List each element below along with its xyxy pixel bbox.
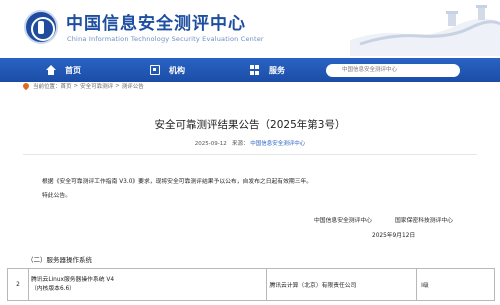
- site-search-input[interactable]: [326, 64, 460, 77]
- table-cell-level: Ⅰ级: [416, 268, 495, 301]
- nav-org-label: 机构: [169, 65, 185, 75]
- breadcrumb-link-evaluation[interactable]: 安全可靠测评: [80, 82, 113, 90]
- services-grid-icon: [250, 65, 260, 75]
- home-icon: [46, 65, 56, 75]
- site-title[interactable]: 中国信息安全测评中心: [66, 9, 246, 34]
- great-wall-banner-image: [350, 0, 500, 56]
- site-subtitle: China Information Technology Security Ev…: [67, 35, 264, 43]
- product-kernel-version: （内核版本6.6）: [30, 285, 75, 292]
- article-title: 安全可靠测评结果公告（2025年第3号）: [154, 119, 346, 131]
- breadcrumb-prefix: 当前位置：: [33, 84, 61, 90]
- title-divider: [23, 154, 477, 155]
- article-meta: 2025-09-12 来源： 中国信息安全测评中心: [0, 139, 500, 147]
- breadcrumb: 当前位置： 首页 > 安全可靠测评 > 测评公告: [21, 81, 144, 91]
- location-pin-icon: [21, 81, 31, 91]
- table-cell-index: 2: [7, 268, 29, 301]
- table-cell-product: 腾讯云Linux服务器操作系统 V4 （内核版本6.6）: [27, 268, 268, 301]
- nav-home-label: 首页: [65, 65, 81, 75]
- table-cell-vendor: 腾讯云计算（北京）有限责任公司: [266, 268, 418, 301]
- nav-service-label: 服务: [269, 65, 285, 75]
- article-paragraph-2: 特此公告。: [42, 193, 71, 199]
- results-table: 2 腾讯云Linux服务器操作系统 V4 （内核版本6.6） 腾讯云计算（北京）…: [7, 268, 495, 301]
- signature-org-2: 国家保密科技测评中心: [395, 218, 453, 224]
- table-row: 2 腾讯云Linux服务器操作系统 V4 （内核版本6.6） 腾讯云计算（北京）…: [7, 268, 495, 301]
- article-paragraph-1: 根据《安全可靠测评工作指南 V3.0》要求，现将安全可靠测评结果予以公布，自发布…: [42, 179, 313, 185]
- nav-service[interactable]: 服务: [250, 58, 285, 82]
- breadcrumb-link-announcements[interactable]: 测评公告: [122, 82, 144, 90]
- section-title: （二）服务器操作系统: [27, 256, 92, 264]
- breadcrumb-link-home[interactable]: 首页: [61, 82, 72, 90]
- product-name: 腾讯云Linux服务器操作系统 V4: [30, 276, 115, 283]
- signature-date: 2025年9月12日: [372, 233, 416, 239]
- cnitsec-logo-icon[interactable]: [24, 10, 58, 44]
- article-date: 2025-09-12: [194, 141, 227, 147]
- nav-home[interactable]: 首页: [46, 58, 81, 82]
- article-source[interactable]: 中国信息安全测评中心: [250, 141, 305, 147]
- nav-org[interactable]: 机构: [150, 58, 185, 82]
- site-header: 中国信息安全测评中心 China Information Technology …: [0, 0, 500, 56]
- organization-icon: [150, 65, 160, 75]
- signature-org-1: 中国信息安全测评中心: [314, 218, 372, 224]
- article-source-label: 来源：: [231, 141, 249, 147]
